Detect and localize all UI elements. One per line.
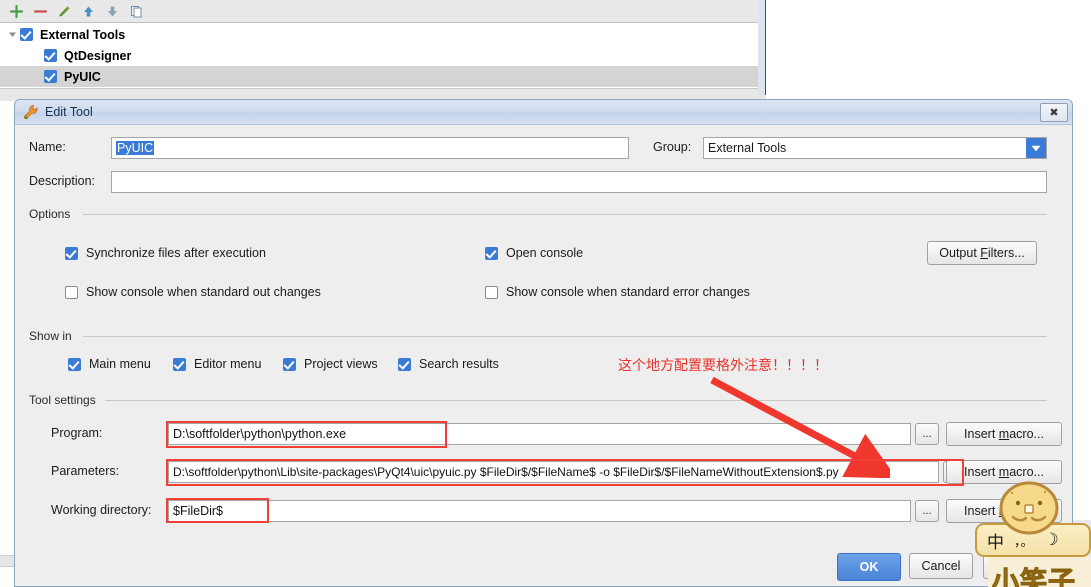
remove-icon[interactable] <box>28 1 52 21</box>
tree-row-pyuic[interactable]: PyUIC <box>0 66 766 87</box>
program-insert-macro-button[interactable]: Insert m acro... <box>946 422 1062 446</box>
dialog-title: Edit Tool <box>45 105 93 119</box>
parameters-row: Parameters: <box>51 464 119 478</box>
show-in-editor-menu-label: Editor menu <box>194 357 262 371</box>
name-input[interactable]: PyUIC <box>111 137 629 159</box>
screen: External Tools QtDesigner PyUIC Edit Too… <box>0 0 1091 587</box>
working-directory-row: Working directory: <box>51 503 152 517</box>
external-tools-panel: External Tools QtDesigner PyUIC <box>0 0 766 101</box>
sync-files-checkbox[interactable]: Synchronize files after execution <box>65 246 266 260</box>
close-icon[interactable]: ✖ <box>1040 102 1068 122</box>
insert-macro-post: acro... <box>1009 427 1044 441</box>
show-in-legend: Show in <box>29 329 78 343</box>
ok-button[interactable]: OK <box>837 553 901 581</box>
open-console-checkbox[interactable]: Open console <box>485 246 583 260</box>
checkbox-qtdesigner[interactable] <box>44 49 57 62</box>
expand-triangle-icon[interactable] <box>4 30 20 39</box>
sync-files-label: Synchronize files after execution <box>86 246 266 260</box>
options-legend-rule <box>83 214 1047 215</box>
working-directory-browse-button[interactable]: ... <box>915 500 939 522</box>
insert-macro-pre: Insert <box>964 465 999 479</box>
working-directory-field-value: $FileDir$ <box>173 504 224 518</box>
show-console-stderr-label: Show console when standard error changes <box>506 285 750 299</box>
output-filters-label-pre: Output <box>939 246 981 260</box>
copy-icon[interactable] <box>124 1 148 21</box>
tree-label-qtdesigner: QtDesigner <box>64 48 132 63</box>
move-down-icon[interactable] <box>100 1 124 21</box>
group-combobox[interactable]: External Tools <box>703 137 1047 159</box>
output-filters-label-post: ilters... <box>987 246 1025 260</box>
output-filters-accel: F <box>980 246 988 260</box>
description-label: Description: <box>29 174 95 188</box>
show-console-stdout-checkbox[interactable]: Show console when standard out changes <box>65 285 321 299</box>
insert-macro-post: acro... <box>1009 465 1044 479</box>
wrench-tool-icon <box>23 104 39 120</box>
panel-gutter <box>758 0 765 95</box>
show-in-legend-rule <box>83 336 1047 337</box>
tree-row-qtdesigner[interactable]: QtDesigner <box>0 45 766 66</box>
insert-macro-accel: m <box>998 427 1010 441</box>
output-filters-button[interactable]: Output Filters... <box>927 241 1037 265</box>
show-in-editor-menu-checkbox[interactable]: Editor menu <box>173 357 261 371</box>
description-row: Description: <box>29 174 95 188</box>
dialog-body: Name: PyUIC Group: External Tools Descri… <box>15 126 1072 586</box>
program-row: Program: <box>51 426 102 440</box>
checkbox-box[interactable] <box>398 357 411 371</box>
ime-mascot-icon <box>999 481 1059 535</box>
tree-row-external-tools[interactable]: External Tools <box>0 24 766 45</box>
tool-settings-legend: Tool settings <box>29 393 102 407</box>
checkbox-box[interactable] <box>173 357 186 371</box>
insert-macro-accel: m <box>998 465 1010 479</box>
show-in-main-menu-label: Main menu <box>89 357 151 371</box>
external-tools-toolbar <box>0 0 766 23</box>
name-input-value: PyUIC <box>116 141 155 155</box>
description-input[interactable] <box>111 171 1047 193</box>
program-field-value: D:\softfolder\python\python.exe <box>173 427 347 441</box>
edit-pencil-icon[interactable] <box>52 1 76 21</box>
show-in-main-menu-checkbox[interactable]: Main menu <box>68 357 151 371</box>
group-combobox-value: External Tools <box>708 141 787 155</box>
working-directory-label: Working directory: <box>51 503 152 517</box>
name-label: Name: <box>29 140 66 154</box>
open-console-label: Open console <box>506 246 584 260</box>
program-browse-button[interactable]: ... <box>915 423 939 445</box>
dialog-titlebar: Edit Tool ✖ <box>15 100 1072 125</box>
checkbox-box[interactable] <box>68 357 81 371</box>
show-console-stdout-label: Show console when standard out changes <box>86 285 321 299</box>
show-console-stderr-checkbox[interactable]: Show console when standard error changes <box>485 285 750 299</box>
options-legend: Options <box>29 207 77 221</box>
ime-skin-label: 小笑子 <box>992 567 1076 587</box>
program-label: Program: <box>51 426 103 440</box>
right-blank-area <box>766 0 1091 95</box>
name-row: Name: <box>29 140 111 154</box>
group-label: Group: <box>653 140 692 154</box>
show-in-search-results-label: Search results <box>419 357 499 371</box>
group-row: Group: <box>653 140 691 154</box>
checkbox-box[interactable] <box>485 246 498 260</box>
tree-label-pyuic: PyUIC <box>64 69 101 84</box>
chevron-down-icon[interactable] <box>1026 138 1046 158</box>
annotation-arrow <box>710 376 890 478</box>
checkbox-box[interactable] <box>283 357 296 371</box>
cancel-button[interactable]: Cancel <box>909 553 973 579</box>
working-directory-field[interactable]: $FileDir$ <box>168 500 911 522</box>
tool-settings-legend-rule <box>105 400 1047 401</box>
show-in-project-views-checkbox[interactable]: Project views <box>283 357 378 371</box>
show-in-search-results-checkbox[interactable]: Search results <box>398 357 499 371</box>
checkbox-box[interactable] <box>485 285 498 299</box>
external-tools-tree[interactable]: External Tools QtDesigner PyUIC <box>0 24 766 88</box>
checkbox-box[interactable] <box>65 246 78 260</box>
checkbox-pyuic[interactable] <box>44 70 57 83</box>
ime-floating-toolbar[interactable]: 中 ，。 ☽ <box>975 481 1091 557</box>
insert-macro-pre: Insert <box>964 427 999 441</box>
parameters-label: Parameters: <box>51 464 120 478</box>
tree-label-external-tools: External Tools <box>40 27 126 42</box>
move-up-icon[interactable] <box>76 1 100 21</box>
checkbox-box[interactable] <box>65 285 78 299</box>
edit-tool-dialog: Edit Tool ✖ Name: PyUIC Group: External … <box>14 99 1073 587</box>
add-icon[interactable] <box>4 1 28 21</box>
show-in-project-views-label: Project views <box>304 357 378 371</box>
checkbox-external-tools[interactable] <box>20 28 33 41</box>
